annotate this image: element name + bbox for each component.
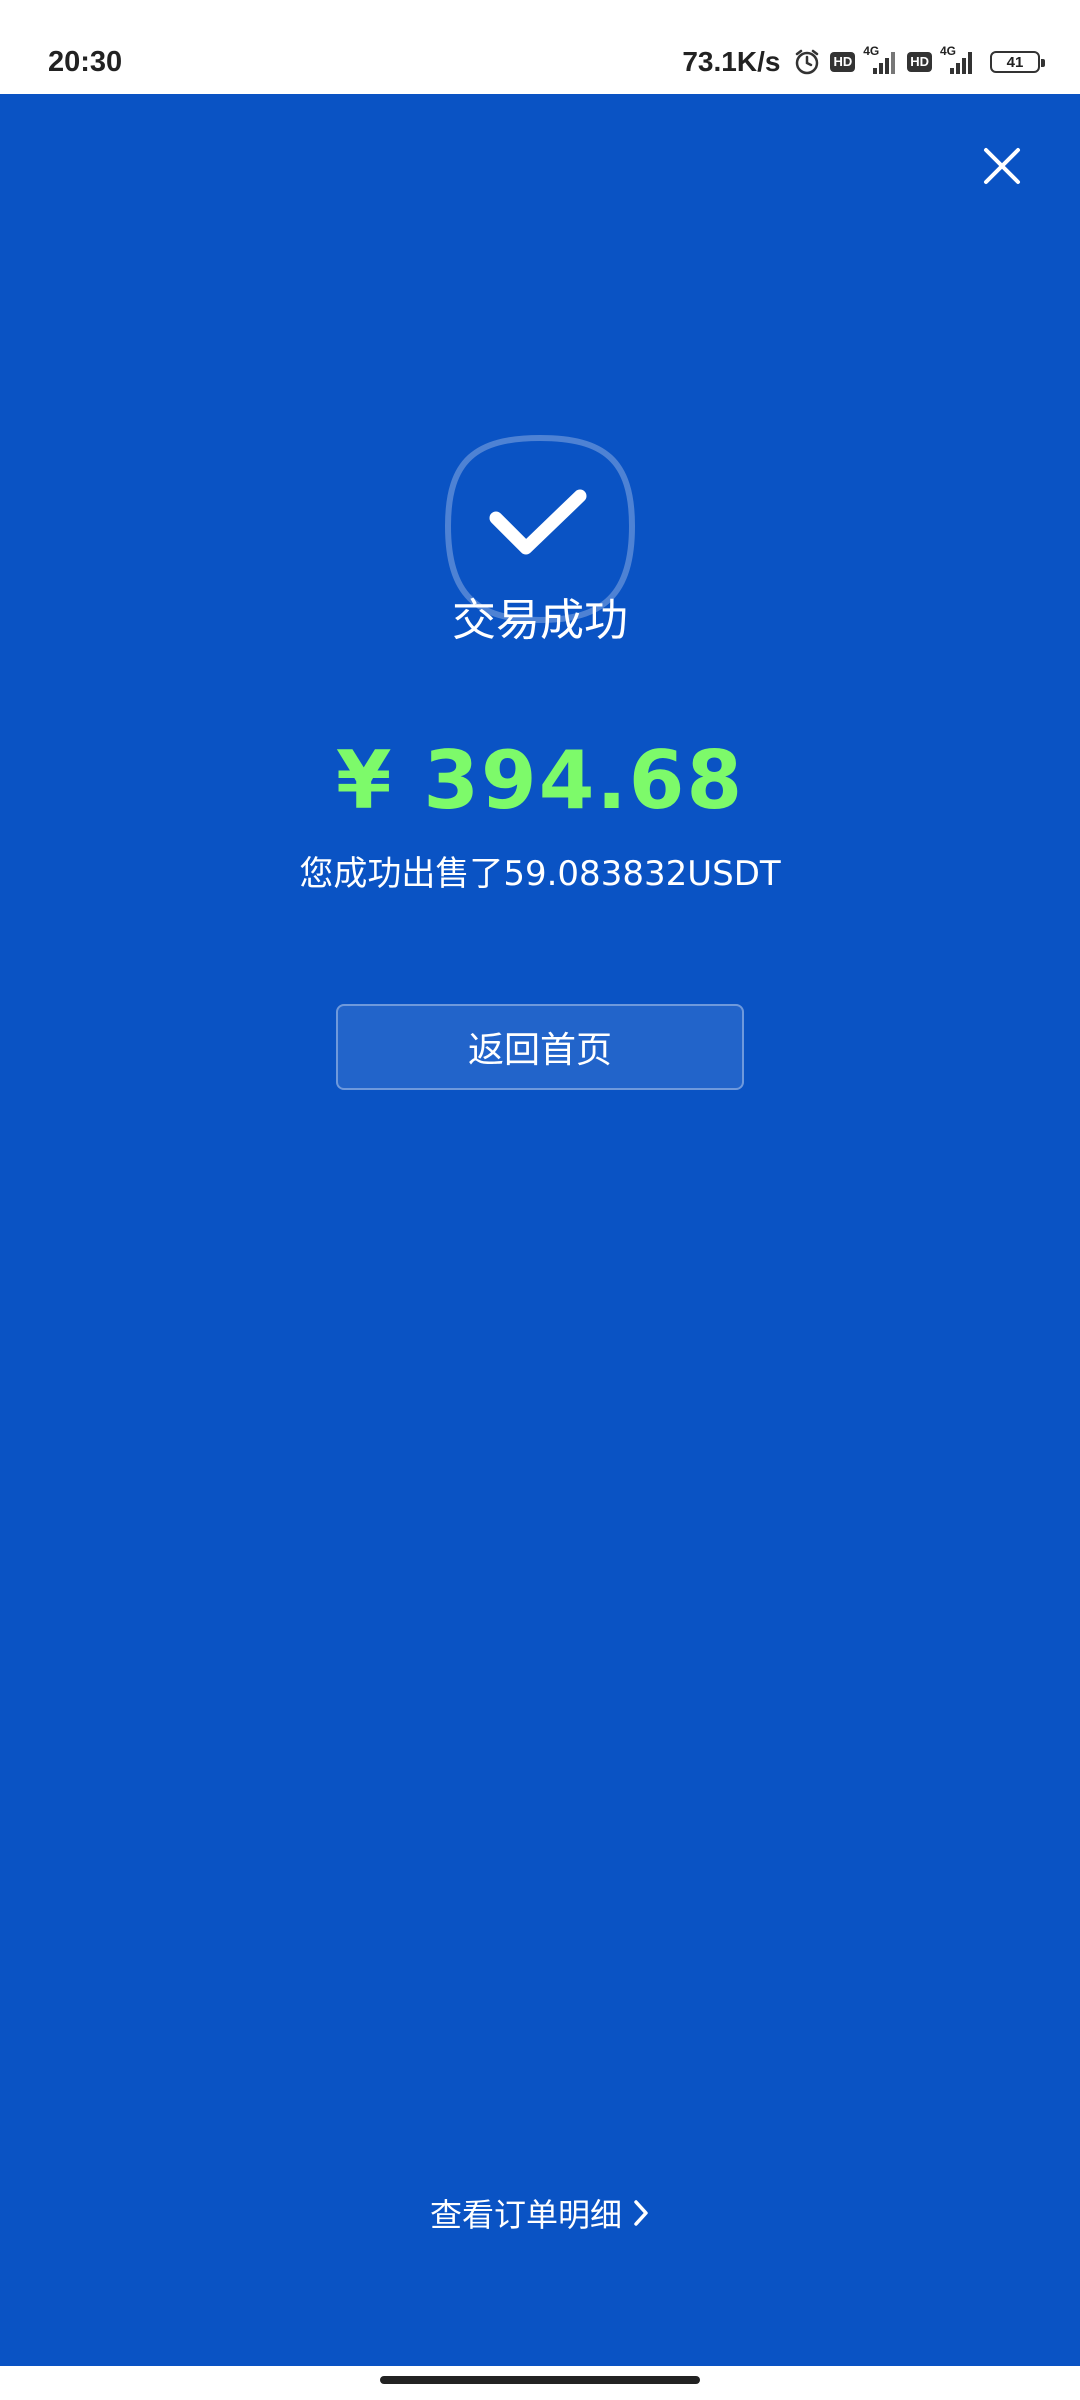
back-to-home-button[interactable]: 返回首页 [336, 1004, 744, 1090]
status-bar: 20:30 73.1K/s HD 4G HD 4G 41 [0, 0, 1080, 94]
chevron-right-icon [634, 2200, 648, 2226]
hd-badge: HD [907, 52, 932, 72]
home-indicator[interactable] [380, 2376, 700, 2384]
hd-badge: HD [830, 52, 856, 72]
status-time: 20:30 [48, 46, 123, 78]
network-type-label: 4G [940, 44, 957, 58]
result-screen: 交易成功 ¥ 394.68 您成功出售了59.083832USDT 返回首页 查… [0, 94, 1080, 2366]
status-icons: 73.1K/s HD 4G HD 4G 41 [682, 42, 1045, 82]
network-type-label: 4G [863, 44, 880, 58]
alarm-icon [792, 47, 822, 77]
view-order-details-link[interactable]: 查看订单明细 [0, 2190, 1080, 2236]
network-speed: 73.1K/s [682, 46, 781, 77]
transaction-amount: ¥ 394.68 [335, 734, 745, 827]
close-icon [984, 148, 1020, 184]
transaction-description: 您成功出售了59.083832USDT [299, 854, 781, 894]
close-button[interactable] [978, 142, 1026, 190]
success-title: 交易成功 [452, 595, 628, 646]
battery-indicator: 41 [990, 51, 1045, 73]
system-nav-bar [0, 2366, 1080, 2400]
signal-icon: 4G [863, 44, 899, 76]
order-link-label: 查看订单明细 [429, 2196, 622, 2234]
signal-icon: 4G [940, 44, 976, 76]
